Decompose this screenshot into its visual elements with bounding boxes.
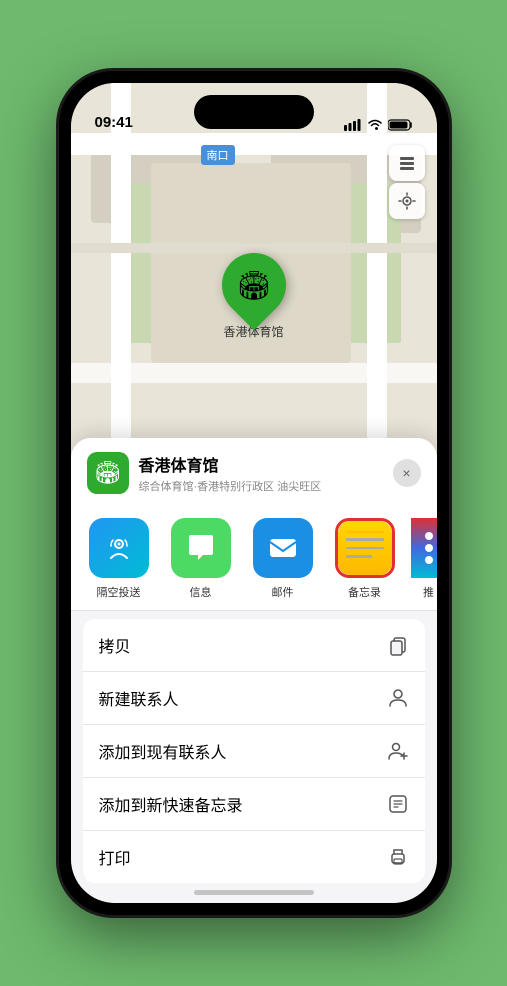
quick-note-icon xyxy=(387,793,409,815)
map-controls xyxy=(389,145,425,219)
bottom-sheet: 🏟 香港体育馆 综合体育馆·香港特别行政区 油尖旺区 × xyxy=(71,438,437,903)
place-header: 🏟 香港体育馆 综合体育馆·香港特别行政区 油尖旺区 × xyxy=(71,438,437,504)
mail-icon-wrap xyxy=(253,518,313,578)
place-icon: 🏟 xyxy=(87,452,129,494)
copy-label: 拷贝 xyxy=(99,633,131,657)
message-icon xyxy=(184,531,218,565)
new-contact-menu-item[interactable]: 新建联系人 xyxy=(83,672,425,725)
notes-icon xyxy=(338,521,392,575)
copy-menu-item[interactable]: 拷贝 xyxy=(83,619,425,672)
more-label: 推 xyxy=(423,584,434,600)
notes-label: 备忘录 xyxy=(348,584,381,600)
map-south-entrance-label: 南口 xyxy=(201,145,235,165)
message-icon-wrap xyxy=(171,518,231,578)
message-action[interactable]: 信息 xyxy=(165,518,237,600)
signal-icon xyxy=(344,119,362,131)
mail-icon xyxy=(266,531,300,565)
location-button[interactable] xyxy=(389,183,425,219)
wifi-icon xyxy=(367,119,383,131)
print-label: 打印 xyxy=(99,845,131,869)
place-subtitle: 综合体育馆·香港特别行政区 油尖旺区 xyxy=(139,478,383,494)
more-icon-wrap xyxy=(411,518,437,578)
layers-icon xyxy=(397,153,417,173)
add-quick-note-menu-item[interactable]: 添加到新快速备忘录 xyxy=(83,778,425,831)
airdrop-icon xyxy=(103,532,135,564)
status-bar: 09:41 xyxy=(71,83,437,137)
notes-action[interactable]: 备忘录 xyxy=(329,518,401,600)
person-icon xyxy=(387,687,409,709)
menu-items: 拷贝 新建联系人 添加到现有联系人 xyxy=(83,619,425,883)
map-layers-button[interactable] xyxy=(389,145,425,181)
message-label: 信息 xyxy=(190,584,212,600)
pin-marker: 🏟 xyxy=(208,240,299,331)
place-info: 香港体育馆 综合体育馆·香港特别行政区 油尖旺区 xyxy=(139,452,383,494)
mail-label: 邮件 xyxy=(272,584,294,600)
print-menu-item[interactable]: 打印 xyxy=(83,831,425,883)
add-quick-note-label: 添加到新快速备忘录 xyxy=(99,792,243,816)
compass-icon xyxy=(398,192,416,210)
person-add-icon xyxy=(387,740,409,762)
new-contact-label: 新建联系人 xyxy=(99,686,179,710)
more-action[interactable]: 推 xyxy=(411,518,437,600)
phone-screen: 09:41 xyxy=(71,83,437,903)
status-time: 09:41 xyxy=(95,114,133,131)
airdrop-label: 隔空投送 xyxy=(97,584,141,600)
mail-action[interactable]: 邮件 xyxy=(247,518,319,600)
add-existing-contact-menu-item[interactable]: 添加到现有联系人 xyxy=(83,725,425,778)
phone-frame: 09:41 xyxy=(59,71,449,915)
place-name: 香港体育馆 xyxy=(139,452,383,476)
status-icons xyxy=(344,119,413,131)
battery-icon xyxy=(388,119,413,131)
notes-icon-wrap xyxy=(335,518,395,578)
print-icon xyxy=(387,846,409,868)
stadium-icon: 🏟 xyxy=(236,269,272,302)
copy-icon xyxy=(387,634,409,656)
location-pin: 🏟 香港体育馆 xyxy=(222,253,286,340)
close-button[interactable]: × xyxy=(393,459,421,487)
add-existing-label: 添加到现有联系人 xyxy=(99,739,227,763)
airdrop-icon-wrap xyxy=(89,518,149,578)
home-indicator xyxy=(194,890,314,895)
airdrop-action[interactable]: 隔空投送 xyxy=(83,518,155,600)
share-actions-row: 隔空投送 信息 xyxy=(71,504,437,611)
